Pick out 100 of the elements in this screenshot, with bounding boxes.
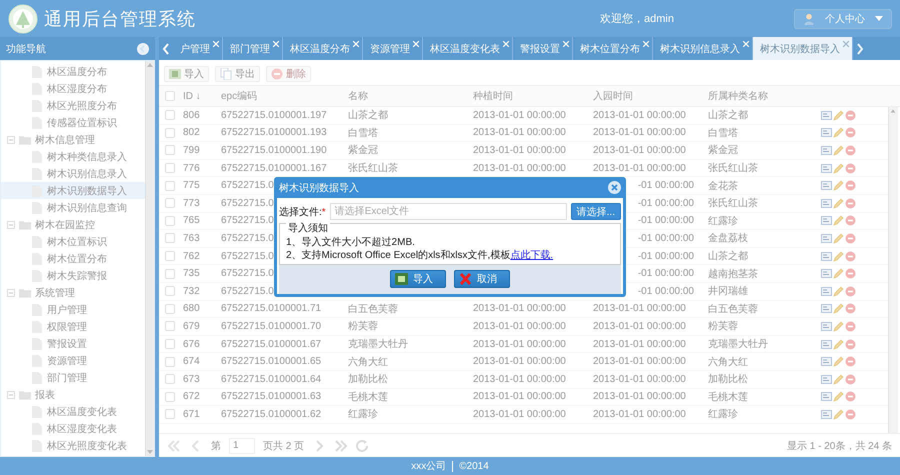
pencil-icon[interactable] xyxy=(833,356,844,368)
row-checkbox[interactable] xyxy=(165,216,175,226)
details-icon[interactable] xyxy=(821,286,832,297)
pencil-icon[interactable] xyxy=(833,408,844,420)
minus-circle-icon[interactable] xyxy=(845,374,856,385)
details-icon[interactable] xyxy=(821,180,832,192)
minus-circle-icon[interactable] xyxy=(845,320,856,332)
collapse-toggle-icon[interactable] xyxy=(7,390,15,398)
details-icon[interactable] xyxy=(821,215,832,226)
row-checkbox[interactable] xyxy=(165,374,175,384)
pencil-icon[interactable] xyxy=(833,215,844,226)
scroll-down-icon[interactable] xyxy=(146,448,154,456)
tree-item[interactable]: 资源管理 xyxy=(1,352,145,369)
tree-item[interactable]: 林区湿度变化表 xyxy=(1,420,145,437)
tree-folder[interactable]: 系统管理 xyxy=(1,284,145,301)
row-checkbox[interactable] xyxy=(165,163,175,174)
cancel-button[interactable]: 取消 xyxy=(454,270,510,288)
page-input[interactable]: 1 xyxy=(229,438,255,454)
details-icon[interactable] xyxy=(821,391,832,402)
tree-item[interactable]: 传感器位置标识 xyxy=(1,114,145,131)
pencil-icon[interactable] xyxy=(833,320,844,332)
details-icon[interactable] xyxy=(821,408,832,420)
browse-button[interactable]: 请选择... xyxy=(570,203,621,220)
tree-item[interactable]: 用户管理 xyxy=(1,301,145,318)
column-header[interactable]: 所属种类名称 xyxy=(706,89,821,103)
tree-item[interactable]: 林区温度变化表 xyxy=(1,403,145,420)
row-checkbox[interactable] xyxy=(165,128,175,138)
details-icon[interactable] xyxy=(821,268,832,280)
pencil-icon[interactable] xyxy=(833,268,844,280)
tab[interactable]: 树木识别数据导入 xyxy=(753,37,853,60)
pencil-icon[interactable] xyxy=(833,162,844,174)
pencil-icon[interactable] xyxy=(833,391,844,402)
minus-circle-icon[interactable] xyxy=(845,144,856,156)
minus-circle-icon[interactable] xyxy=(845,286,856,297)
tree-item[interactable]: 树木失踪警报 xyxy=(1,267,145,284)
minus-circle-icon[interactable] xyxy=(845,215,856,226)
row-checkbox[interactable] xyxy=(165,409,175,420)
row-checkbox[interactable] xyxy=(165,392,175,402)
row-checkbox[interactable] xyxy=(165,339,175,350)
tree-item[interactable]: 部门管理 xyxy=(1,369,145,386)
row-checkbox[interactable] xyxy=(165,356,175,367)
pencil-icon[interactable] xyxy=(833,198,844,209)
tree-item[interactable]: 警报设置 xyxy=(1,335,145,352)
minus-circle-icon[interactable] xyxy=(845,338,856,350)
row-checkbox[interactable] xyxy=(165,198,175,208)
row-checkbox[interactable] xyxy=(165,268,175,279)
tree-item[interactable]: 林区光照度变化表 xyxy=(1,437,145,454)
import-button[interactable]: 导入 xyxy=(390,270,446,288)
row-checkbox[interactable] xyxy=(165,286,175,296)
pencil-icon[interactable] xyxy=(833,110,844,121)
minus-circle-icon[interactable] xyxy=(845,162,856,174)
minus-circle-icon[interactable] xyxy=(845,303,856,314)
tree-item[interactable]: 林区湿度分布 xyxy=(1,80,145,97)
minus-circle-icon[interactable] xyxy=(845,391,856,402)
tree-item[interactable]: 树木位置标识 xyxy=(1,233,145,250)
collapse-icon[interactable] xyxy=(137,42,149,54)
minus-circle-icon[interactable] xyxy=(845,127,856,138)
tree-folder[interactable]: 树木信息管理 xyxy=(1,131,145,148)
select-all-checkbox[interactable] xyxy=(165,91,175,101)
minus-circle-icon[interactable] xyxy=(845,180,856,192)
pencil-icon[interactable] xyxy=(833,303,844,314)
last-page-icon[interactable] xyxy=(334,440,348,452)
collapse-toggle-icon[interactable] xyxy=(7,288,15,296)
minus-circle-icon[interactable] xyxy=(845,110,856,121)
details-icon[interactable] xyxy=(821,127,832,138)
row-checkbox[interactable] xyxy=(165,180,175,191)
close-icon[interactable] xyxy=(843,41,849,47)
user-menu-button[interactable]: 个人中心 xyxy=(794,8,892,28)
pencil-icon[interactable] xyxy=(833,232,844,244)
minus-circle-icon[interactable] xyxy=(845,198,856,209)
column-header[interactable]: 入园时间 xyxy=(591,89,706,103)
column-header[interactable]: epc编码 xyxy=(219,89,346,103)
minus-circle-icon[interactable] xyxy=(845,250,856,262)
row-checkbox[interactable] xyxy=(165,321,175,332)
details-icon[interactable] xyxy=(821,144,832,156)
pencil-icon[interactable] xyxy=(833,286,844,297)
pencil-icon[interactable] xyxy=(833,250,844,262)
tree-item[interactable]: 树木识别信息查询 xyxy=(1,199,145,216)
scrollbar[interactable] xyxy=(145,61,154,456)
details-icon[interactable] xyxy=(821,232,832,244)
details-icon[interactable] xyxy=(821,356,832,368)
row-checkbox[interactable] xyxy=(165,251,175,262)
pencil-icon[interactable] xyxy=(833,338,844,350)
row-checkbox[interactable] xyxy=(165,145,175,156)
close-icon[interactable] xyxy=(608,181,621,194)
details-icon[interactable] xyxy=(821,374,832,385)
scrollbar[interactable] xyxy=(888,107,898,433)
minus-circle-icon[interactable] xyxy=(845,408,856,420)
tree-folder[interactable]: 报表 xyxy=(1,386,145,403)
tree-item[interactable]: 林区光照度分布 xyxy=(1,97,145,114)
details-icon[interactable] xyxy=(821,320,832,332)
tree-item[interactable]: 权限管理 xyxy=(1,318,145,335)
column-header[interactable]: 种植时间 xyxy=(471,89,591,103)
details-icon[interactable] xyxy=(821,250,832,262)
import-button[interactable]: 导入 xyxy=(164,66,209,82)
column-header[interactable]: 名称 xyxy=(346,89,471,103)
pencil-icon[interactable] xyxy=(833,127,844,138)
pencil-icon[interactable] xyxy=(833,374,844,385)
tree-folder[interactable]: 树木在园监控 xyxy=(1,216,145,233)
row-checkbox[interactable] xyxy=(165,233,175,244)
